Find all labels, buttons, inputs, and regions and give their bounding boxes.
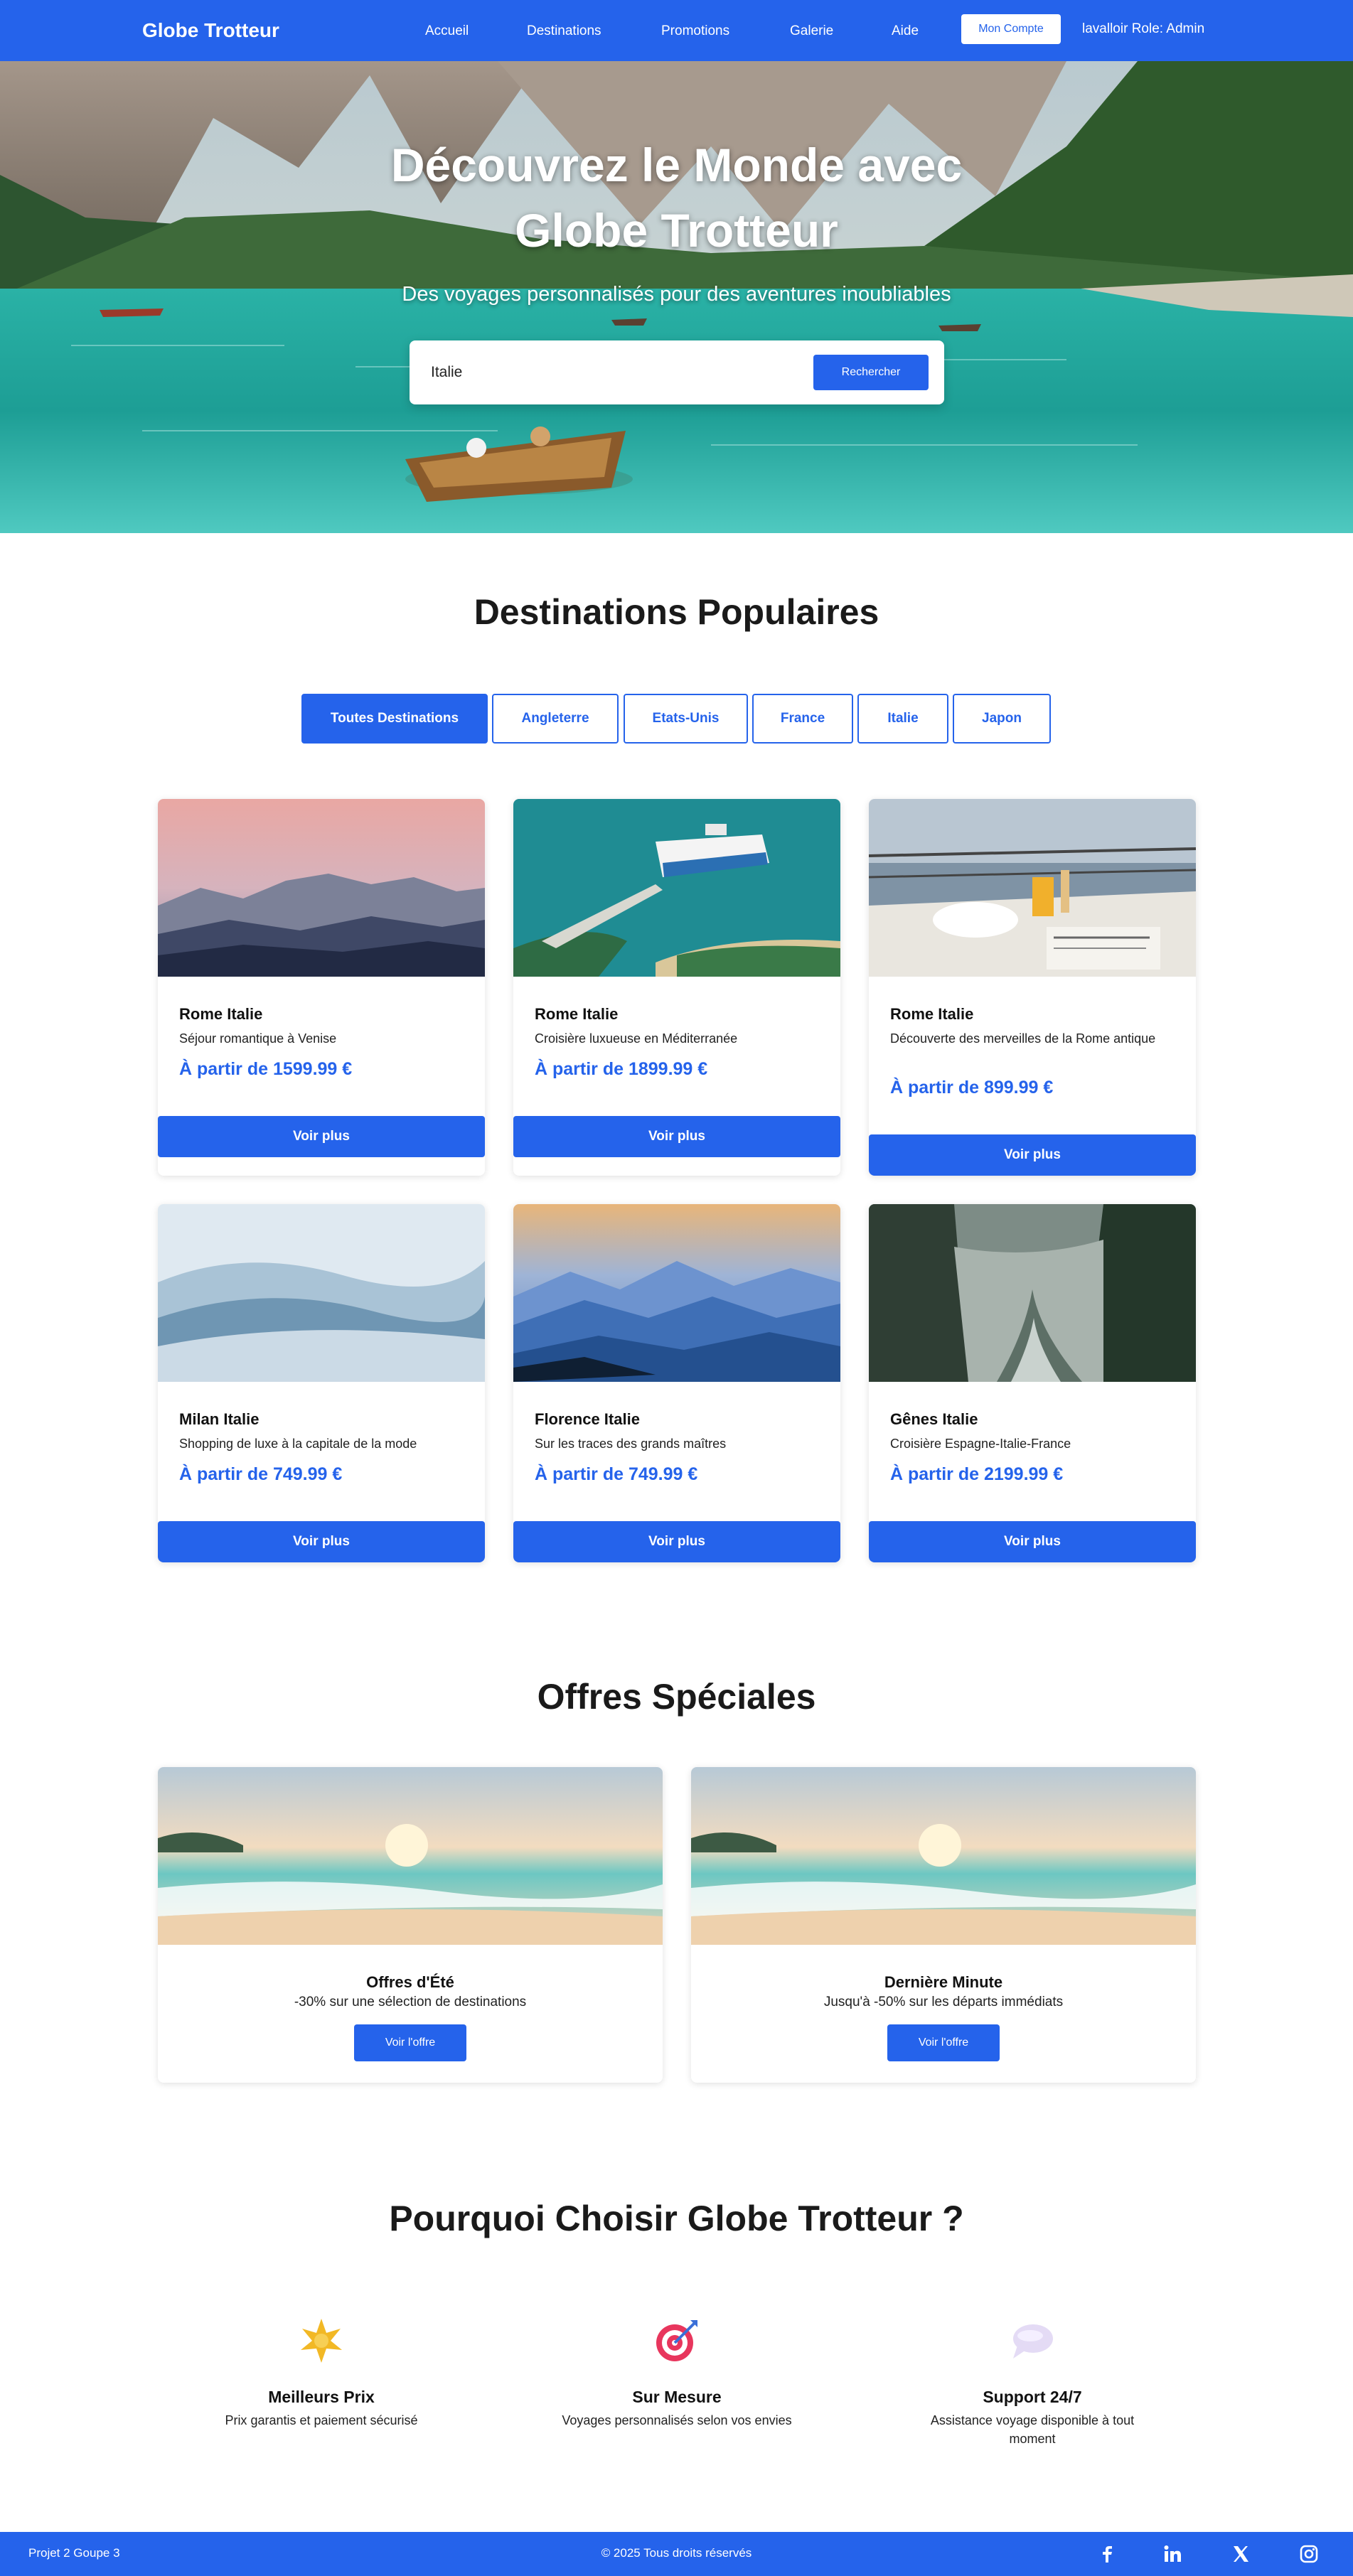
feature-meilleurs-prix: Meilleurs Prix Prix garantis et paiement… (172, 2317, 471, 2430)
card-price: À partir de 2199.99 € (890, 1464, 1064, 1484)
speech-bubble-icon (1013, 2324, 1053, 2358)
destination-card: Florence Italie Sur les traces des grand… (513, 1204, 840, 1562)
voir-offre-button[interactable]: Voir l'offre (354, 2024, 466, 2061)
card-description: Croisière luxueuse en Méditerranée (535, 1031, 738, 1046)
nav-link-galerie[interactable]: Galerie (790, 23, 833, 39)
destinations-title: Destinations Populaires (474, 592, 879, 632)
card-image-pink-sunset (158, 799, 485, 977)
search-input[interactable] (431, 356, 801, 389)
card-image-cruise-ship (513, 799, 840, 977)
card-title: Gênes Italie (890, 1410, 978, 1428)
feature-title: Sur Mesure (632, 2388, 722, 2406)
hero-title: Découvrez le Monde avec Globe Trotteur (0, 132, 1353, 263)
card-price: À partir de 749.99 € (179, 1464, 343, 1484)
footer-copyright: © 2025 Tous droits réservés (601, 2546, 752, 2560)
card-title: Milan Italie (179, 1410, 260, 1428)
feature-description: Assistance voyage disponible à tout mome… (930, 2413, 1135, 2446)
feature-sur-mesure: Sur Mesure Voyages personnalisés selon v… (528, 2317, 826, 2430)
instagram-icon[interactable] (1298, 2543, 1320, 2565)
features-title: Pourquoi Choisir Globe Trotteur ? (389, 2199, 964, 2238)
destination-card: Milan Italie Shopping de luxe à la capit… (158, 1204, 485, 1562)
voir-plus-button[interactable]: Voir plus (158, 1521, 485, 1562)
hero-title-line2: Globe Trotteur (515, 204, 838, 257)
brand-logo[interactable]: Globe Trotteur (142, 19, 279, 42)
feature-description: Prix garantis et paiement sécurisé (225, 2413, 418, 2427)
offer-image-beach (691, 1767, 1196, 1945)
sparkle-icon (301, 2319, 342, 2363)
search-button[interactable]: Rechercher (813, 355, 929, 390)
feature-description: Voyages personnalisés selon vos envies (562, 2413, 792, 2427)
card-price: À partir de 1899.99 € (535, 1059, 708, 1079)
card-description: Séjour romantique à Venise (179, 1031, 337, 1046)
voir-plus-button[interactable]: Voir plus (158, 1116, 485, 1157)
facebook-icon[interactable] (1096, 2543, 1118, 2565)
account-button[interactable]: Mon Compte (961, 14, 1061, 44)
linkedin-icon[interactable] (1162, 2543, 1183, 2565)
voir-plus-button[interactable]: Voir plus (513, 1521, 840, 1562)
search-box: Rechercher (410, 340, 944, 404)
feature-title: Meilleurs Prix (268, 2388, 375, 2406)
offer-image-beach (158, 1767, 663, 1945)
destination-card: Rome Italie Croisière luxueuse en Médite… (513, 799, 840, 1176)
filter-italie[interactable]: Italie (857, 694, 948, 744)
card-description: Sur les traces des grands maîtres (535, 1437, 727, 1451)
user-info: lavalloir Role: Admin (1082, 21, 1205, 36)
nav-link-aide[interactable]: Aide (892, 23, 919, 39)
voir-plus-button[interactable]: Voir plus (869, 1521, 1196, 1562)
filter-angleterre[interactable]: Angleterre (492, 694, 619, 744)
voir-plus-button[interactable]: Voir plus (513, 1116, 840, 1157)
card-description: Découverte des merveilles de la Rome ant… (890, 1031, 1156, 1046)
hero-title-line1: Découvrez le Monde avec (390, 139, 963, 191)
offer-card: Dernière Minute Jusqu'à -50% sur les dép… (691, 1767, 1196, 2083)
offers-title: Offres Spéciales (537, 1677, 816, 1717)
destination-card: Rome Italie Découverte des merveilles de… (869, 799, 1196, 1176)
feature-support: Support 24/7 Assistance voyage disponibl… (883, 2317, 1182, 2448)
card-price: À partir de 899.99 € (890, 1078, 1054, 1098)
feature-title: Support 24/7 (983, 2388, 1082, 2406)
voir-offre-button[interactable]: Voir l'offre (887, 2024, 1000, 2061)
filter-toutes-destinations[interactable]: Toutes Destinations (301, 694, 488, 744)
hero-section: Découvrez le Monde avec Globe Trotteur D… (0, 61, 1353, 533)
destination-card: Rome Italie Séjour romantique à Venise À… (158, 799, 485, 1176)
target-icon (656, 2320, 697, 2361)
x-icon[interactable] (1230, 2543, 1251, 2565)
offer-description: -30% sur une sélection de destinations (294, 1995, 527, 2009)
card-description: Croisière Espagne-Italie-France (890, 1437, 1071, 1451)
offer-title: Offres d'Été (366, 1973, 454, 1991)
offer-title: Dernière Minute (884, 1973, 1003, 1991)
card-title: Rome Italie (890, 1005, 974, 1023)
card-title: Rome Italie (179, 1005, 263, 1023)
nav-link-promotions[interactable]: Promotions (661, 23, 729, 39)
card-image-breakfast-deck (869, 799, 1196, 977)
nav-link-accueil[interactable]: Accueil (425, 23, 469, 39)
hero-subtitle: Des voyages personnalisés pour des avent… (402, 283, 951, 306)
card-title: Florence Italie (535, 1410, 640, 1428)
nav-link-destinations[interactable]: Destinations (527, 23, 601, 39)
card-image-blue-mountains (513, 1204, 840, 1382)
card-price: À partir de 749.99 € (535, 1464, 698, 1484)
card-price: À partir de 1599.99 € (179, 1059, 353, 1079)
card-description: Shopping de luxe à la capitale de la mod… (179, 1437, 417, 1451)
destination-card: Gênes Italie Croisière Espagne-Italie-Fr… (869, 1204, 1196, 1562)
voir-plus-button[interactable]: Voir plus (869, 1134, 1196, 1176)
offer-card: Offres d'Été -30% sur une sélection de d… (158, 1767, 663, 2083)
card-title: Rome Italie (535, 1005, 619, 1023)
offer-description: Jusqu'à -50% sur les départs immédiats (823, 1995, 1064, 2009)
filter-france[interactable]: France (752, 694, 853, 744)
card-image-foggy-forest (869, 1204, 1196, 1382)
filter-etats-unis[interactable]: Etats-Unis (624, 694, 748, 744)
navbar: Globe Trotteur Accueil Destinations Prom… (0, 0, 1353, 61)
filter-japon[interactable]: Japon (953, 694, 1051, 744)
card-image-misty-hills (158, 1204, 485, 1382)
footer: Projet 2 Goupe 3 © 2025 Tous droits rése… (0, 2532, 1353, 2576)
